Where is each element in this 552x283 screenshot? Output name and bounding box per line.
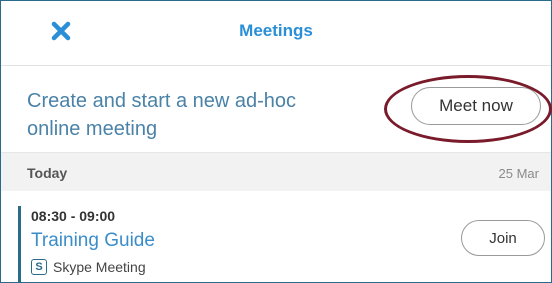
adhoc-description: Create and start a new ad-hoc online mee…: [27, 90, 297, 140]
join-button[interactable]: Join: [461, 220, 545, 256]
meeting-type: S Skype Meeting: [31, 259, 146, 275]
day-label: Today: [27, 165, 68, 181]
day-header: Today 25 Mar: [1, 152, 551, 191]
skype-icon: S: [31, 259, 47, 275]
meeting-time: 08:30 - 09:00: [31, 208, 116, 224]
meeting-item[interactable]: 08:30 - 09:00 Training Guide S Skype Mee…: [1, 190, 551, 282]
meetings-panel: Meetings Create and start a new ad-hoc o…: [0, 0, 552, 283]
meeting-title: Training Guide: [31, 230, 155, 251]
day-date: 25 Mar: [498, 166, 539, 181]
adhoc-section: Create and start a new ad-hoc online mee…: [1, 65, 551, 151]
meeting-accent-bar: [18, 206, 21, 282]
page-title: Meetings: [239, 21, 313, 40]
meeting-type-label: Skype Meeting: [53, 259, 146, 275]
header: Meetings: [1, 1, 551, 66]
meet-now-button[interactable]: Meet now: [411, 87, 541, 125]
